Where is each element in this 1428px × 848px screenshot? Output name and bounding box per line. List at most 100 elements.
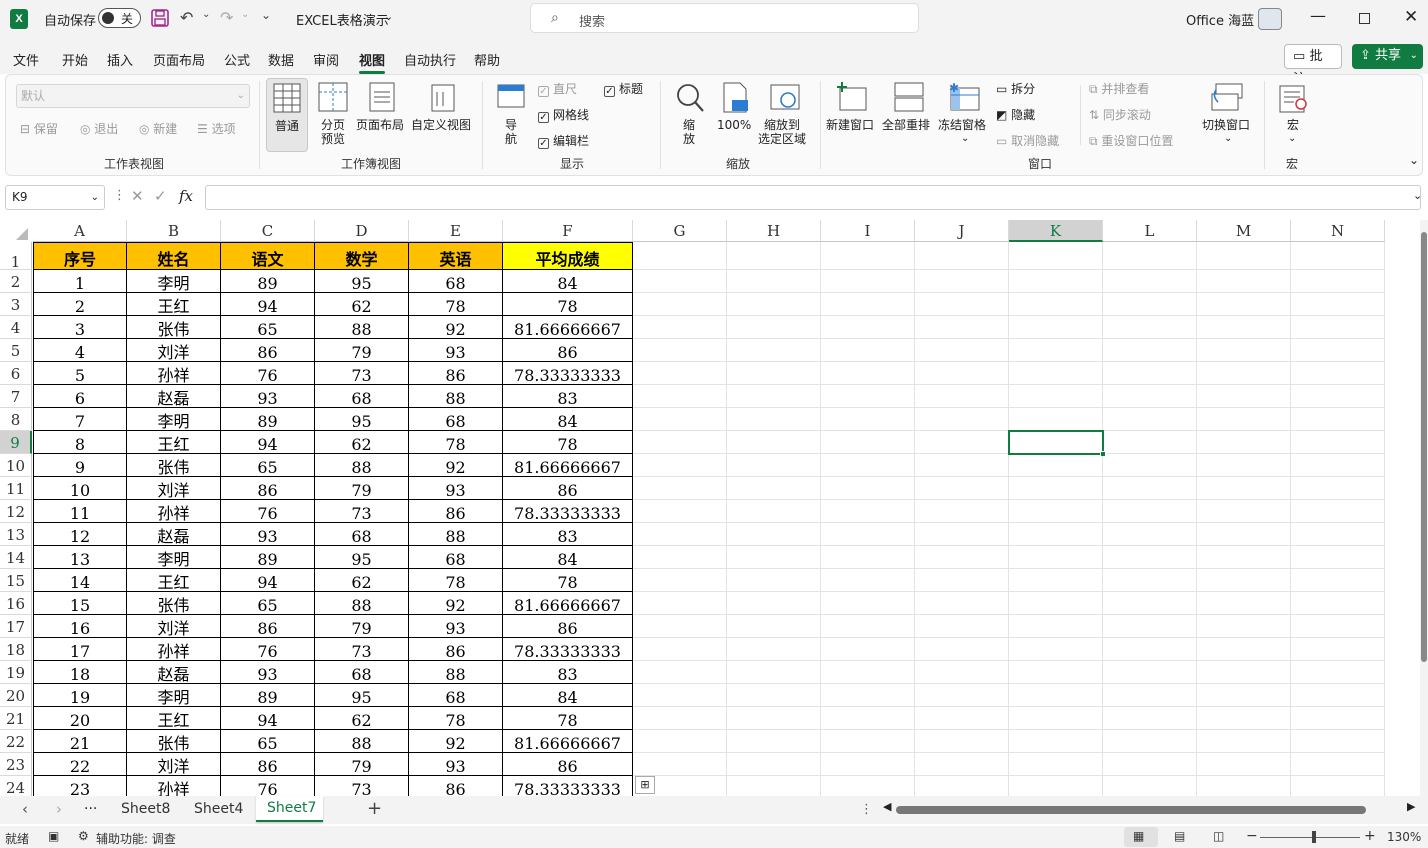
scroll-right-icon[interactable]: ▶ <box>1407 800 1415 813</box>
exit-sheet-view-button[interactable]: ◎ 退出 <box>80 122 118 136</box>
grid-cell[interactable] <box>1009 638 1103 661</box>
grid-cell[interactable] <box>1291 730 1385 753</box>
page-break-icon[interactable]: ◫ <box>1213 829 1224 843</box>
quick-analysis-icon[interactable]: ⊞ <box>635 776 655 794</box>
table-cell[interactable]: 86 <box>409 776 503 796</box>
table-cell[interactable]: 73 <box>315 638 409 661</box>
cancel-icon[interactable]: ✕ <box>131 187 144 205</box>
row-header[interactable]: 14 <box>0 546 32 569</box>
grid-cell[interactable] <box>821 615 915 638</box>
grid-cell[interactable] <box>727 408 821 431</box>
grid-cell[interactable] <box>1103 270 1197 293</box>
grid-cell[interactable] <box>633 638 727 661</box>
grid-cell[interactable] <box>727 638 821 661</box>
grid-cell[interactable] <box>1103 316 1197 339</box>
reset-position-button[interactable]: ⧉ 重设窗口位置 <box>1089 134 1173 148</box>
table-cell[interactable]: 78 <box>409 707 503 730</box>
formula-input[interactable] <box>205 185 1421 210</box>
grid-cell[interactable] <box>1103 684 1197 707</box>
avatar[interactable] <box>1258 8 1282 30</box>
grid-cell[interactable] <box>1009 339 1103 362</box>
vertical-scrollbar[interactable] <box>1420 220 1428 796</box>
table-cell[interactable]: 65 <box>221 730 315 753</box>
grid-cell[interactable] <box>1103 477 1197 500</box>
table-cell[interactable]: 孙祥 <box>127 500 221 523</box>
table-cell[interactable]: 65 <box>221 454 315 477</box>
grid-cell[interactable] <box>1197 477 1291 500</box>
table-cell[interactable]: 张伟 <box>127 454 221 477</box>
table-cell[interactable]: 78 <box>503 431 633 454</box>
grid-cell[interactable] <box>821 569 915 592</box>
share-dropdown-icon[interactable]: ⌄ <box>1410 44 1418 67</box>
grid-cell[interactable] <box>1291 362 1385 385</box>
title-dropdown-icon[interactable]: ⌄ <box>384 10 393 23</box>
grid-cell[interactable] <box>633 523 727 546</box>
table-cell[interactable]: 86 <box>221 615 315 638</box>
table-cell[interactable]: 86 <box>503 615 633 638</box>
grid-cell[interactable] <box>1009 477 1103 500</box>
table-cell[interactable]: 79 <box>315 615 409 638</box>
table-cell[interactable]: 19 <box>33 684 127 707</box>
column-header-e[interactable]: E <box>409 220 503 242</box>
grid-cell[interactable] <box>727 293 821 316</box>
grid-cell[interactable] <box>1103 707 1197 730</box>
grid-cell[interactable] <box>1291 316 1385 339</box>
horizontal-scroll-thumb[interactable] <box>896 806 1366 814</box>
grid-cell[interactable] <box>1009 776 1103 796</box>
table-cell[interactable]: 23 <box>33 776 127 796</box>
formula-bar-checkbox[interactable]: ✓ 编辑栏 <box>538 134 589 149</box>
user-name[interactable]: Office 海蓝 <box>1186 10 1254 29</box>
grid-cell[interactable] <box>1009 500 1103 523</box>
row-header[interactable]: 18 <box>0 638 32 661</box>
table-cell[interactable]: 65 <box>221 592 315 615</box>
grid-cell[interactable] <box>1197 661 1291 684</box>
switch-windows-button[interactable]: 切换窗口 ⌄ <box>1200 80 1256 152</box>
save-icon[interactable] <box>151 9 169 27</box>
grid-cell[interactable] <box>1291 270 1385 293</box>
tab-page-layout[interactable]: 页面布局 <box>153 50 205 69</box>
customize-qat-icon[interactable]: ⌄ <box>261 8 271 22</box>
grid-cell[interactable] <box>1197 242 1291 270</box>
table-cell[interactable]: 86 <box>409 362 503 385</box>
grid-cell[interactable] <box>1197 569 1291 592</box>
grid-cell[interactable] <box>633 339 727 362</box>
table-cell[interactable]: 62 <box>315 707 409 730</box>
table-cell[interactable]: 78.33333333 <box>503 500 633 523</box>
grid-cell[interactable] <box>633 569 727 592</box>
grid-cell[interactable] <box>1009 546 1103 569</box>
next-sheet-icon[interactable]: › <box>56 800 62 818</box>
keep-sheet-view-button[interactable]: ⊟ 保留 <box>20 122 58 136</box>
undo-dropdown-icon[interactable]: ⌄ <box>202 9 210 20</box>
grid-cell[interactable] <box>727 270 821 293</box>
column-header-i[interactable]: I <box>821 220 915 242</box>
table-cell[interactable]: 5 <box>33 362 127 385</box>
table-cell[interactable]: 78 <box>409 431 503 454</box>
worksheet-grid[interactable]: ABCDEFGHIJKLMN 1 2 3 4 5 6 7 8 9 10 11 12 13 14 15 16 17… <box>0 220 1420 796</box>
grid-cell[interactable] <box>1103 408 1197 431</box>
table-cell[interactable]: 84 <box>503 270 633 293</box>
grid-cell[interactable] <box>727 661 821 684</box>
grid-cell[interactable] <box>915 500 1009 523</box>
grid-cell[interactable] <box>1197 454 1291 477</box>
table-cell[interactable]: 78 <box>503 707 633 730</box>
row-header[interactable]: 19 <box>0 661 32 684</box>
grid-cell[interactable] <box>915 569 1009 592</box>
grid-cell[interactable] <box>633 316 727 339</box>
zoom-slider-thumb[interactable] <box>1312 831 1316 843</box>
table-cell[interactable]: 王红 <box>127 569 221 592</box>
table-header-cell[interactable]: 平均成绩 <box>503 242 633 270</box>
row-header[interactable]: 9 <box>0 431 32 454</box>
grid-cell[interactable] <box>915 408 1009 431</box>
table-cell[interactable]: 86 <box>503 477 633 500</box>
row-header[interactable]: 4 <box>0 316 32 339</box>
row-header[interactable]: 6 <box>0 362 32 385</box>
table-cell[interactable]: 92 <box>409 454 503 477</box>
table-cell[interactable]: 2 <box>33 293 127 316</box>
grid-cell[interactable] <box>1009 242 1103 270</box>
grid-cell[interactable] <box>1197 431 1291 454</box>
table-cell[interactable]: 94 <box>221 569 315 592</box>
grid-cell[interactable] <box>1103 362 1197 385</box>
table-cell[interactable]: 73 <box>315 776 409 796</box>
custom-views-button[interactable]: 自定义视图 <box>411 80 475 152</box>
grid-cell[interactable] <box>821 293 915 316</box>
